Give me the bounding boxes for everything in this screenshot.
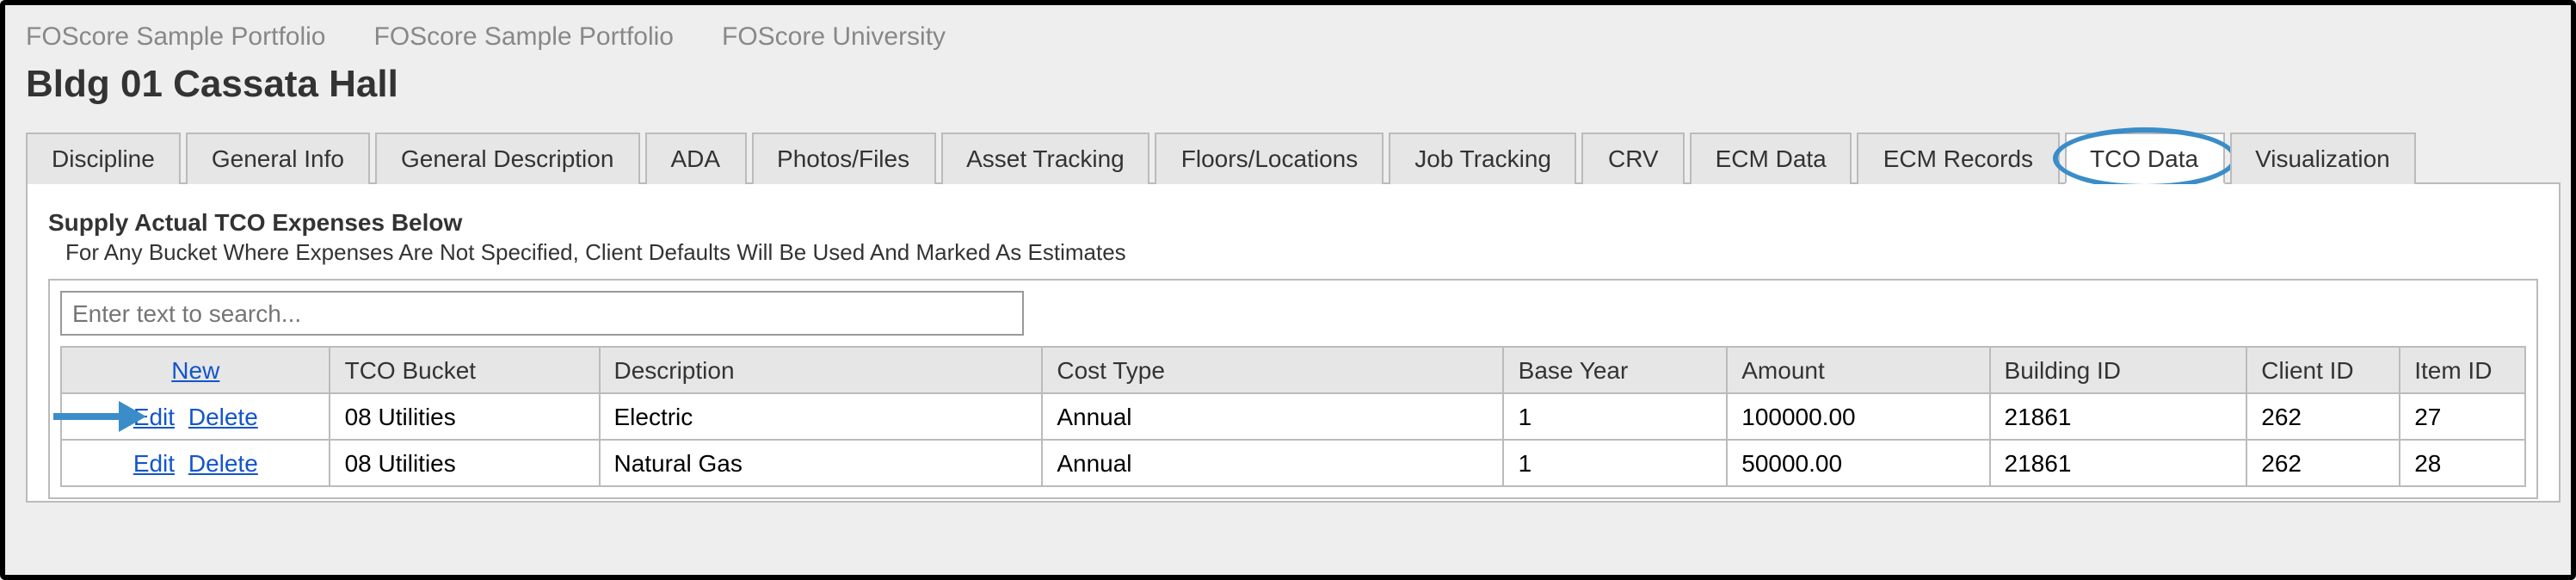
section-note: For Any Bucket Where Expenses Are Not Sp… [65,239,2538,265]
cell-item-id: 28 [2400,440,2525,486]
col-base-year[interactable]: Base Year [1504,347,1728,393]
cell-amount: 100000.00 [1727,393,1989,440]
cell-tco-bucket: 08 Utilities [330,440,600,486]
cell-tco-bucket: 08 Utilities [330,393,600,440]
edit-link[interactable]: Edit [133,403,175,430]
page-title: Bldg 01 Cassata Hall [26,62,2561,107]
table-row: Edit Delete 08 UtilitiesElectricAnnual110… [61,393,2525,440]
tab-ecm-data[interactable]: ECM Data [1690,133,1852,184]
tab-job-tracking[interactable]: Job Tracking [1389,133,1577,184]
tab-ada[interactable]: ADA [644,133,746,184]
cell-amount: 50000.00 [1727,440,1989,486]
table-row: Edit Delete 08 UtilitiesNatural GasAnnual… [61,440,2525,486]
tab-crv[interactable]: CRV [1582,133,1685,184]
col-cost-type[interactable]: Cost Type [1042,347,1503,393]
grid-panel: New TCO BucketDescriptionCost TypeBase Ye… [48,279,2538,499]
tab-highlight-oval [2052,127,2236,189]
cell-client-id: 262 [2246,393,2400,440]
cell-item-id: 27 [2400,393,2525,440]
tab-content: Supply Actual TCO Expenses Below For Any… [26,184,2561,503]
tab-photos-files[interactable]: Photos/Files [751,133,935,184]
cell-description: Natural Gas [599,440,1042,486]
delete-link[interactable]: Delete [188,403,258,430]
tab-general-info[interactable]: General Info [186,133,370,184]
app-window: FOScore Sample Portfolio FOScore Sample P… [0,0,2576,580]
breadcrumb-item[interactable]: FOScore Sample Portfolio [26,22,326,52]
grid-header-row: New TCO BucketDescriptionCost TypeBase Ye… [61,347,2525,393]
cell-base-year: 1 [1504,393,1728,440]
breadcrumb-item[interactable]: FOScore University [722,22,946,52]
tco-grid: New TCO BucketDescriptionCost TypeBase Ye… [60,346,2526,487]
search-input[interactable] [60,291,1024,336]
breadcrumb-item[interactable]: FOScore Sample Portfolio [374,22,675,52]
tabs-bar: DisciplineGeneral InfoGeneral Descriptio… [26,131,2561,184]
tab-tco-data[interactable]: TCO Data [2064,133,2224,184]
tab-discipline[interactable]: Discipline [26,133,181,184]
tab-ecm-records[interactable]: ECM Records [1858,133,2059,184]
col-tco-bucket[interactable]: TCO Bucket [330,347,600,393]
tab-asset-tracking[interactable]: Asset Tracking [940,133,1150,184]
col-client-id[interactable]: Client ID [2246,347,2400,393]
cell-base-year: 1 [1504,440,1728,486]
delete-link[interactable]: Delete [188,449,258,477]
grid-body: Edit Delete08 UtilitiesElectricAnnual110… [61,393,2525,486]
cell-building-id: 21861 [1990,440,2247,486]
cell-building-id: 21861 [1990,393,2247,440]
col-item-id[interactable]: Item ID [2400,347,2525,393]
cell-description: Electric [599,393,1042,440]
col-amount[interactable]: Amount [1727,347,1989,393]
col-building-id[interactable]: Building ID [1990,347,2247,393]
cell-cost-type: Annual [1042,440,1503,486]
tab-visualization[interactable]: Visualization [2229,133,2416,184]
breadcrumb: FOScore Sample Portfolio FOScore Sample P… [26,22,2561,52]
tab-floors-locations[interactable]: Floors/Locations [1156,133,1384,184]
new-link[interactable]: New [171,356,219,384]
cell-cost-type: Annual [1042,393,1503,440]
cell-client-id: 262 [2246,440,2400,486]
edit-link[interactable]: Edit [133,449,175,477]
section-title: Supply Actual TCO Expenses Below [48,208,2538,236]
col-description[interactable]: Description [599,347,1042,393]
tab-general-description[interactable]: General Description [375,133,639,184]
